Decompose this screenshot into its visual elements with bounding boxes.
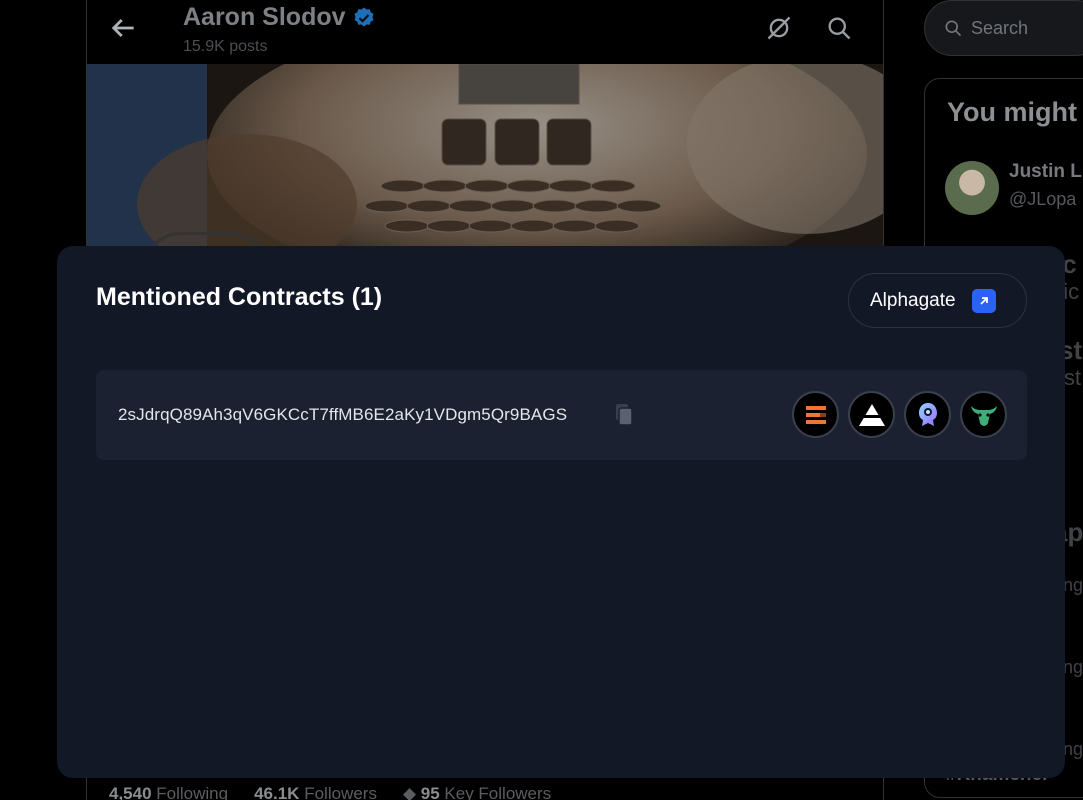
copy-icon[interactable] — [614, 403, 634, 427]
profile-stats: 4,540 Following 46.1K Followers ◆ 95 Key… — [109, 784, 551, 800]
search-placeholder: Search — [971, 17, 1029, 38]
contract-address[interactable]: 2sJdrqQ89Ah3qV6GKCcT7ffMB6E2aKy1VDgm5Qr9… — [118, 405, 567, 425]
obscured-text: ng — [1063, 657, 1083, 677]
obscured-text: ng — [1063, 739, 1083, 759]
banner-image — [87, 64, 883, 246]
suggestion-handle: @JLopa — [1009, 189, 1077, 209]
axiom-icon[interactable] — [848, 391, 895, 438]
suggestion-avatar[interactable] — [945, 161, 999, 215]
profile-name: Aaron Slodov — [183, 3, 376, 32]
modal-title: Mentioned Contracts (1) — [96, 283, 383, 311]
profile-banner — [87, 64, 883, 246]
contract-row: 2sJdrqQ89Ah3qV6GKCcT7ffMB6E2aKy1VDgm5Qr9… — [96, 370, 1027, 460]
post-count: 15.9K posts — [183, 38, 268, 55]
alphagate-label: Alphagate — [870, 289, 956, 311]
external-link-icon — [971, 288, 996, 313]
followers-stat[interactable]: 46.1K Followers — [254, 784, 377, 800]
suggestion-name[interactable]: Justin L — [1009, 161, 1082, 183]
back-arrow-icon[interactable] — [107, 12, 139, 44]
alphagate-button[interactable]: Alphagate — [848, 273, 1027, 328]
search-icon — [945, 20, 962, 37]
sidebar-search-input[interactable]: Search — [924, 0, 1083, 56]
mentioned-contracts-modal: Mentioned Contracts (1) Alphagate 2sJdrq… — [57, 246, 1065, 778]
bullx-icon[interactable] — [960, 391, 1007, 438]
obscured-text: ng — [1063, 575, 1083, 595]
search-icon[interactable] — [825, 14, 853, 42]
photon-icon[interactable] — [904, 391, 951, 438]
profile-name-text: Aaron Slodov — [183, 3, 346, 31]
verified-badge-icon — [354, 7, 374, 27]
platform-links — [792, 391, 1007, 438]
who-to-follow-title: You might — [947, 97, 1077, 127]
grok-icon[interactable] — [765, 14, 793, 42]
profile-header: Aaron Slodov 15.9K posts — [87, 0, 883, 64]
solscan-icon[interactable] — [792, 391, 839, 438]
key-followers-stat[interactable]: ◆ 95 Key Followers — [403, 784, 551, 800]
following-stat[interactable]: 4,540 Following — [109, 784, 228, 800]
